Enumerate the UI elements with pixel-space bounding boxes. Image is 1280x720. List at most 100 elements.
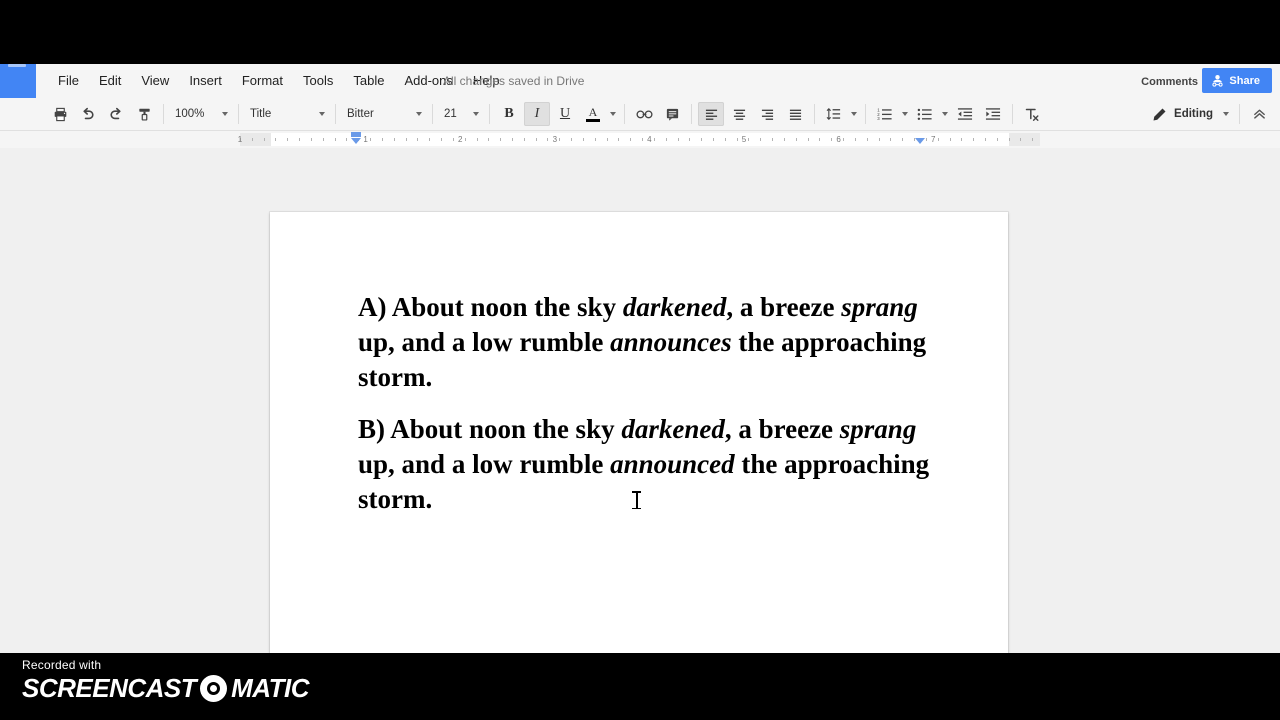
ruler-tick — [795, 138, 797, 141]
increase-indent-icon[interactable] — [980, 102, 1006, 126]
font-size-selector[interactable]: 21 — [438, 102, 484, 126]
clear-formatting-icon[interactable] — [1019, 102, 1045, 126]
ruler-tick — [984, 138, 986, 141]
watermark-word-2: MATIC — [231, 673, 310, 703]
underline-button[interactable]: U — [552, 102, 578, 126]
ruler-tick — [464, 138, 466, 141]
italic-button[interactable]: I — [524, 102, 550, 126]
bulleted-list-icon[interactable] — [912, 102, 938, 126]
ruler-number: 4 — [647, 135, 652, 144]
toolbar-separator — [238, 104, 239, 124]
ruler-tick — [381, 138, 383, 141]
menu-view[interactable]: View — [131, 70, 179, 92]
chevron-down-icon — [319, 112, 325, 116]
google-docs-app: File Edit View Insert Format Tools Table… — [0, 64, 1280, 653]
text-run-0: B) About noon the sky — [358, 414, 622, 444]
ruler-tick — [890, 138, 892, 141]
ruler-tick — [511, 138, 513, 141]
screencast-watermark: Recorded with SCREENCAST MATIC — [22, 658, 310, 703]
menu-table[interactable]: Table — [343, 70, 394, 92]
toolbar-separator — [814, 104, 815, 124]
text-color-button[interactable]: A — [580, 102, 606, 126]
text-color-label: A — [588, 105, 598, 119]
ruler-number: 7 — [930, 135, 936, 144]
undo-icon[interactable] — [75, 102, 101, 126]
ruler-tick — [310, 138, 312, 141]
ruler-tick — [736, 138, 738, 141]
ruler-tick — [405, 138, 407, 141]
font-family-selector[interactable]: Bitter — [341, 102, 427, 126]
document-canvas[interactable]: A) About noon the sky darkened, a breeze… — [0, 148, 1280, 653]
ruler-tick — [653, 138, 655, 141]
chevron-down-icon[interactable] — [902, 112, 908, 116]
toolbar-separator — [1012, 104, 1013, 124]
ruler-tick — [1032, 138, 1034, 141]
paint-format-icon[interactable] — [131, 102, 157, 126]
bold-button[interactable]: B — [496, 102, 522, 126]
ruler-tick — [618, 138, 620, 141]
line-spacing-icon[interactable] — [821, 102, 847, 126]
docs-logo-icon[interactable] — [0, 64, 36, 98]
watermark-subtitle: Recorded with — [22, 658, 102, 672]
ruler-tick — [275, 138, 277, 141]
logo-bar — [8, 64, 26, 67]
menu-file[interactable]: File — [48, 70, 89, 92]
underline-label: U — [559, 106, 571, 121]
right-indent-marker[interactable] — [915, 138, 925, 144]
chevron-down-icon[interactable] — [851, 112, 857, 116]
menu-format[interactable]: Format — [232, 70, 293, 92]
align-right-icon[interactable] — [754, 102, 780, 126]
chevron-down-icon[interactable] — [610, 112, 616, 116]
emphasis-run-1: darkened — [621, 414, 725, 444]
chevron-down-icon[interactable] — [942, 112, 948, 116]
ruler-tick — [594, 138, 596, 141]
editing-mode-selector[interactable]: Editing — [1146, 102, 1234, 126]
menu-tools[interactable]: Tools — [293, 70, 343, 92]
redo-icon[interactable] — [103, 102, 129, 126]
comments-button[interactable]: Comments — [1131, 71, 1208, 93]
ruler-tick — [500, 138, 502, 141]
ruler-tick — [701, 138, 703, 141]
ruler-tick — [334, 138, 336, 141]
text-run-4: up, and a low rumble — [358, 449, 611, 479]
ruler-tick — [488, 138, 490, 141]
emphasis-run-3: sprang — [839, 414, 917, 444]
ruler-tick — [287, 138, 289, 141]
ruler-tick — [831, 138, 833, 141]
menu-insert[interactable]: Insert — [179, 70, 232, 92]
emphasis-run-1: darkened — [622, 292, 727, 322]
paragraph-style-selector[interactable]: Title — [244, 102, 330, 126]
document-body[interactable]: A) About noon the sky darkened, a breeze… — [358, 290, 933, 534]
align-center-icon[interactable] — [726, 102, 752, 126]
chevron-down-icon — [222, 112, 228, 116]
toolbar-separator — [865, 104, 866, 124]
ruler-tick — [925, 138, 927, 141]
editing-mode-label: Editing — [1174, 108, 1213, 120]
align-justify-icon[interactable] — [782, 102, 808, 126]
align-left-icon[interactable] — [698, 102, 724, 126]
paragraph-b[interactable]: B) About noon the sky darkened, a breeze… — [358, 412, 933, 517]
text-color-swatch — [586, 119, 600, 122]
toolbar-separator — [432, 104, 433, 124]
menu-edit[interactable]: Edit — [89, 70, 131, 92]
paragraph-a[interactable]: A) About noon the sky darkened, a breeze… — [358, 290, 933, 395]
zoom-selector[interactable]: 100% — [169, 102, 233, 126]
ruler-tick — [843, 138, 845, 141]
chevron-up-icon[interactable] — [1246, 102, 1272, 126]
share-label: Share — [1229, 74, 1260, 87]
print-icon[interactable] — [47, 102, 73, 126]
document-page[interactable]: A) About noon the sky darkened, a breeze… — [270, 212, 1008, 653]
ruler-tick — [642, 138, 644, 141]
left-indent-marker[interactable] — [351, 132, 361, 137]
add-comment-icon[interactable] — [659, 102, 685, 126]
ruler[interactable]: 1 1 2 3 4 5 6 7 — [0, 131, 1280, 148]
share-button[interactable]: Share — [1202, 68, 1272, 93]
ruler-track[interactable]: 1 1 2 3 4 5 6 7 — [238, 132, 1040, 146]
ruler-tick — [441, 138, 443, 141]
left-indent-marker-bottom[interactable] — [351, 138, 361, 144]
zoom-value: 100% — [175, 108, 205, 120]
decrease-indent-icon[interactable] — [952, 102, 978, 126]
numbered-list-icon[interactable]: 1 2 3 — [872, 102, 898, 126]
ruler-number: 5 — [741, 135, 747, 144]
link-icon[interactable] — [631, 102, 657, 126]
